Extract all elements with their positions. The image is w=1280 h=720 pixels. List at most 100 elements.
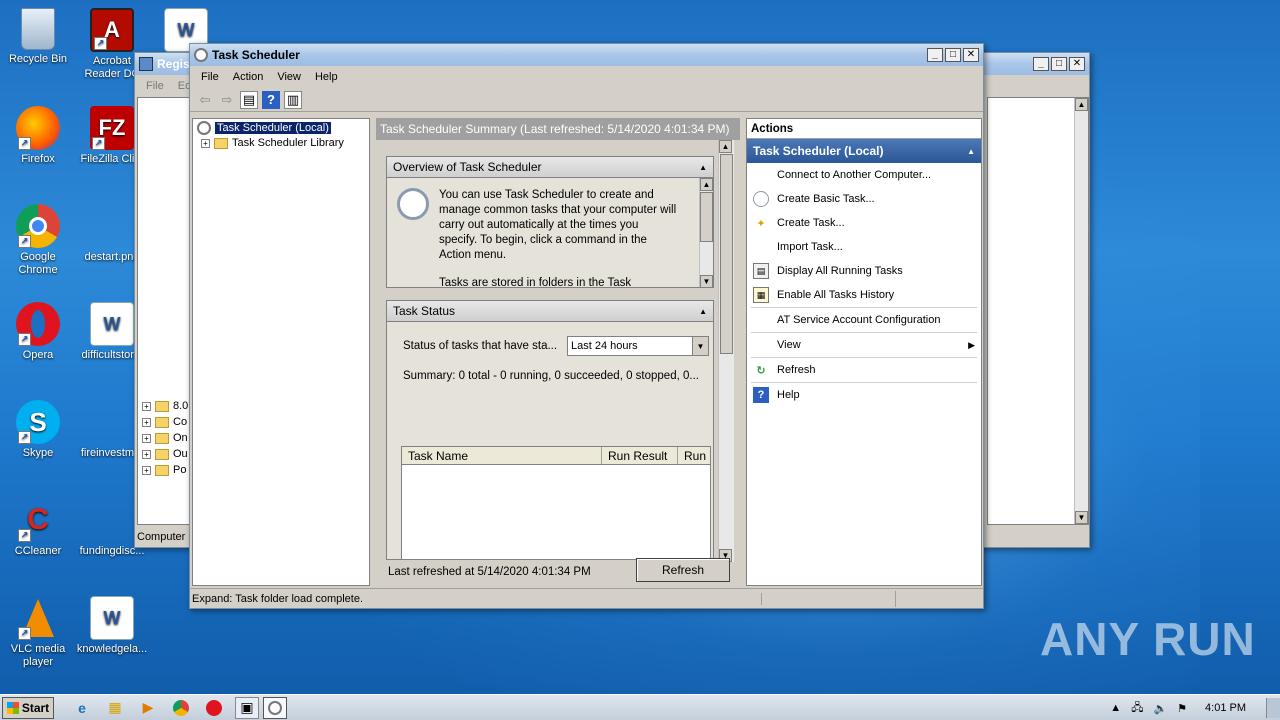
taskbar: Start e ▦ ▶ ▣ ▲ 🖧 🔈 ⚑ 4:01 PM: [0, 694, 1280, 720]
task-scheduler-taskbar-icon[interactable]: [263, 696, 287, 719]
column-run-result[interactable]: Run Result: [602, 447, 678, 464]
volume-icon[interactable]: 🔈: [1153, 702, 1167, 715]
scroll-thumb[interactable]: [720, 154, 733, 354]
menu-file[interactable]: File: [194, 71, 226, 83]
file-explorer-icon[interactable]: ▦: [103, 697, 127, 719]
help-icon[interactable]: ?: [262, 90, 280, 109]
show-hide-console-tree-icon[interactable]: ▤: [240, 90, 258, 109]
desktop-icon-label: VLC media player: [10, 643, 66, 668]
regedit-minimize-button[interactable]: _: [1033, 57, 1049, 71]
internet-explorer-icon[interactable]: e: [70, 697, 94, 719]
action-enable-history[interactable]: ▦ Enable All Tasks History: [747, 283, 981, 307]
action-at-service-config[interactable]: AT Service Account Configuration: [747, 308, 981, 332]
menu-help[interactable]: Help: [308, 71, 345, 83]
show-desktop-button[interactable]: [1266, 698, 1280, 718]
task-status-header[interactable]: Task Status ▲: [386, 300, 714, 322]
action-view[interactable]: View ▶: [747, 333, 981, 357]
regedit-maximize-button[interactable]: □: [1051, 57, 1067, 71]
action-center-flag-icon[interactable]: ⚑: [1177, 702, 1187, 715]
system-tray: ▲ 🖧 🔈 ⚑ 4:01 PM: [1110, 695, 1280, 720]
minimize-button[interactable]: _: [927, 48, 943, 62]
back-arrow-icon[interactable]: ⇦: [196, 91, 214, 109]
collapse-icon[interactable]: ▲: [967, 147, 975, 156]
action-import-task[interactable]: Import Task...: [747, 235, 981, 259]
console-tree-pane[interactable]: Task Scheduler (Local) + Task Scheduler …: [192, 118, 370, 586]
filezilla-icon: FZ ↗: [90, 106, 134, 150]
desktop-icon-ccleaner[interactable]: C ↗ CCleaner: [0, 498, 76, 558]
overview-header[interactable]: Overview of Task Scheduler ▲: [386, 156, 714, 178]
desktop-icon-skype[interactable]: S ↗ Skype: [0, 400, 76, 460]
scroll-down-icon[interactable]: ▼: [700, 275, 713, 287]
task-status-table[interactable]: Task Name Run Result Run S: [401, 446, 711, 560]
scroll-thumb[interactable]: [700, 192, 713, 242]
desktop-icon-recycle-bin[interactable]: Recycle Bin: [0, 8, 76, 66]
action-label: Create Basic Task...: [777, 193, 875, 205]
acrobat-icon: A ↗: [90, 8, 134, 52]
collapse-icon[interactable]: ▲: [699, 163, 707, 172]
task-scheduler-titlebar[interactable]: Task Scheduler _ □ ✕: [190, 44, 983, 66]
regedit-tree-node[interactable]: + Co: [142, 414, 188, 430]
regedit-scrollbar[interactable]: ▲ ▼: [1074, 98, 1088, 524]
actions-group-title: Task Scheduler (Local): [753, 144, 884, 158]
tree-item-task-scheduler-library[interactable]: + Task Scheduler Library: [201, 137, 344, 149]
scroll-up-icon[interactable]: ▲: [700, 178, 713, 191]
clock[interactable]: 4:01 PM: [1205, 702, 1246, 714]
menu-action[interactable]: Action: [226, 71, 271, 83]
expand-icon[interactable]: +: [201, 138, 210, 148]
regedit-tree-node[interactable]: + On: [142, 430, 188, 446]
action-display-running-tasks[interactable]: ▤ Display All Running Tasks: [747, 259, 981, 283]
desktop-icon-chrome[interactable]: ↗ Google Chrome: [0, 204, 76, 277]
action-connect-computer[interactable]: Connect to Another Computer...: [747, 163, 981, 187]
maximize-button[interactable]: □: [945, 48, 961, 62]
desktop-icon-opera[interactable]: ↗ Opera: [0, 302, 76, 362]
task-scheduler-window[interactable]: Task Scheduler _ □ ✕ File Action View He…: [189, 43, 984, 609]
forward-arrow-icon[interactable]: ⇨: [218, 91, 236, 109]
regedit-taskbar-icon[interactable]: ▣: [235, 696, 259, 719]
network-icon[interactable]: 🖧: [1131, 699, 1143, 718]
tree-item-task-scheduler-local[interactable]: Task Scheduler (Local): [197, 121, 331, 135]
action-refresh[interactable]: ↻ Refresh: [747, 358, 981, 382]
summary-pane: Task Scheduler Summary (Last refreshed: …: [376, 118, 740, 586]
action-create-basic-task[interactable]: Create Basic Task...: [747, 187, 981, 211]
opera-taskbar-icon[interactable]: [202, 697, 226, 719]
regedit-tree-node[interactable]: +8.0: [142, 398, 188, 414]
regedit-tree-node[interactable]: + Po: [142, 462, 188, 478]
tree-item-label: Task Scheduler (Local): [215, 122, 331, 134]
action-label: Import Task...: [777, 241, 843, 253]
menu-view[interactable]: View: [270, 71, 308, 83]
desktop-icon-vlc[interactable]: ↗ VLC media player: [0, 596, 76, 669]
ccleaner-icon: C ↗: [16, 498, 60, 542]
scroll-up-icon[interactable]: ▲: [719, 140, 732, 153]
column-task-name[interactable]: Task Name: [402, 447, 602, 464]
chevron-down-icon[interactable]: ▼: [692, 337, 708, 355]
regedit-close-button[interactable]: ✕: [1069, 57, 1085, 71]
status-filter-select[interactable]: Last 24 hours ▼: [567, 336, 709, 356]
desktop-icon-word-doc-3[interactable]: W knowledgela...: [74, 596, 150, 656]
scroll-down-icon[interactable]: ▼: [1075, 511, 1088, 524]
summary-scrollbar[interactable]: ▲ ▼: [718, 140, 734, 562]
column-run-start[interactable]: Run S: [678, 447, 710, 464]
action-help[interactable]: ? Help: [747, 383, 981, 407]
scroll-up-icon[interactable]: ▲: [1075, 98, 1088, 111]
refresh-button[interactable]: Refresh: [636, 558, 730, 582]
overview-scrollbar[interactable]: ▲ ▼: [699, 178, 713, 287]
show-hide-action-pane-icon[interactable]: ▥: [284, 90, 302, 109]
show-hidden-icons-icon[interactable]: ▲: [1110, 702, 1121, 714]
action-create-task[interactable]: ✦ Create Task...: [747, 211, 981, 235]
media-player-icon[interactable]: ▶: [136, 697, 160, 719]
desktop-icon-firefox[interactable]: ↗ Firefox: [0, 106, 76, 166]
chrome-taskbar-icon[interactable]: [169, 697, 193, 719]
actions-group-header[interactable]: Task Scheduler (Local) ▲: [747, 139, 981, 163]
regedit-values-pane[interactable]: ▲ ▼: [987, 97, 1089, 525]
summary-header: Task Scheduler Summary (Last refreshed: …: [376, 118, 740, 140]
regedit-tree-node[interactable]: + Ou: [142, 446, 188, 462]
close-button[interactable]: ✕: [963, 48, 979, 62]
start-button[interactable]: Start: [2, 696, 54, 719]
collapse-icon[interactable]: ▲: [699, 307, 707, 316]
regedit-tree-pane[interactable]: +8.0 + Co + On + Ou + Po: [137, 97, 191, 525]
regedit-menu-file[interactable]: File: [139, 80, 171, 92]
action-label: Create Task...: [777, 217, 845, 229]
desktop-icon-label: Firefox: [21, 153, 55, 165]
anyrun-watermark: ANY RUN: [1040, 613, 1256, 665]
summary-footer: Last refreshed at 5/14/2020 4:01:34 PM R…: [376, 558, 740, 586]
